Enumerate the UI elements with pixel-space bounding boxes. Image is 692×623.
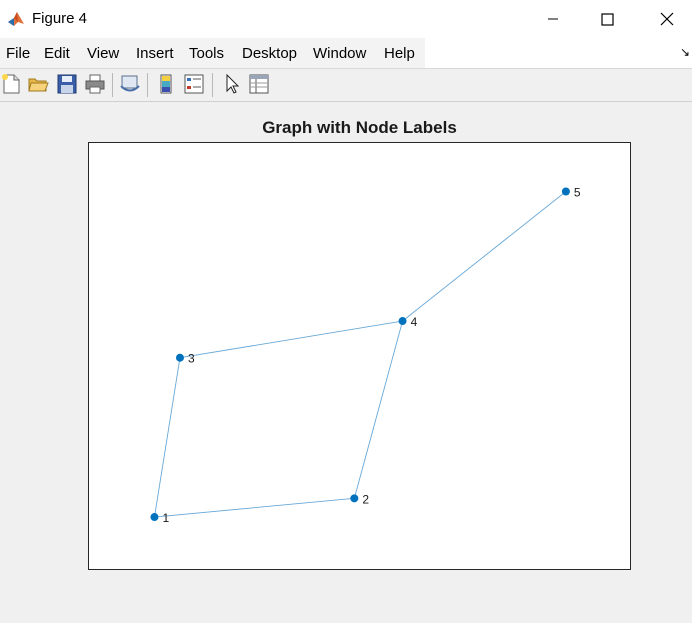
graph-edge-4-5 xyxy=(402,191,567,322)
print-icon[interactable] xyxy=(84,73,106,95)
close-icon xyxy=(660,12,674,26)
plot-axes[interactable]: 1 2 3 4 5 xyxy=(88,142,631,570)
node-label-4: 4 xyxy=(411,315,418,329)
title-bar: Figure 4 xyxy=(0,0,692,38)
menu-file[interactable]: File xyxy=(6,45,30,62)
graph-edge-2-4 xyxy=(353,320,404,499)
minimize-button[interactable] xyxy=(530,0,576,38)
graph-edge-3-4 xyxy=(179,320,403,359)
node-label-3: 3 xyxy=(188,352,195,366)
colorbar-icon[interactable] xyxy=(155,73,177,95)
close-button[interactable] xyxy=(644,0,690,38)
toolbar-separator xyxy=(212,73,213,97)
menu-tools[interactable]: Tools xyxy=(189,45,224,62)
menu-desktop[interactable]: Desktop xyxy=(242,45,297,62)
save-icon[interactable] xyxy=(56,73,78,95)
new-figure-icon[interactable] xyxy=(0,73,22,95)
graph-node-1 xyxy=(150,513,159,522)
dock-arrow-icon[interactable]: ↘ xyxy=(680,45,690,59)
graph-node-2 xyxy=(350,494,359,503)
open-file-icon[interactable] xyxy=(27,73,49,95)
menu-window[interactable]: Window xyxy=(313,45,366,62)
legend-icon[interactable] xyxy=(183,73,205,95)
maximize-icon xyxy=(600,12,614,26)
node-label-2: 2 xyxy=(362,492,369,506)
graph-edge-1-2 xyxy=(154,497,355,518)
property-inspector-icon[interactable] xyxy=(248,73,270,95)
node-label-1: 1 xyxy=(162,511,169,525)
graph-edge-1-3 xyxy=(154,357,181,518)
menu-help[interactable]: Help xyxy=(384,45,415,62)
graph-node-4 xyxy=(398,317,407,326)
toolbar-separator xyxy=(112,73,113,97)
link-plot-icon[interactable] xyxy=(119,73,141,95)
minimize-icon xyxy=(548,18,558,20)
toolbar-separator xyxy=(147,73,148,97)
node-label-5: 5 xyxy=(574,185,581,199)
graph-plot: 1 2 3 4 5 xyxy=(150,185,581,525)
figure-toolbar xyxy=(0,68,692,102)
pointer-icon[interactable] xyxy=(221,73,243,95)
graph-node-3 xyxy=(175,353,184,362)
plot-title: Graph with Node Labels xyxy=(262,118,457,137)
graph-node-5 xyxy=(561,187,570,196)
menu-edit[interactable]: Edit xyxy=(44,45,70,62)
menu-bar: File Edit View Insert Tools Desktop Wind… xyxy=(0,38,692,68)
menu-view[interactable]: View xyxy=(87,45,119,62)
menu-insert[interactable]: Insert xyxy=(136,45,174,62)
matlab-logo-icon xyxy=(8,12,24,26)
window-title: Figure 4 xyxy=(32,10,88,27)
maximize-button[interactable] xyxy=(584,0,630,38)
